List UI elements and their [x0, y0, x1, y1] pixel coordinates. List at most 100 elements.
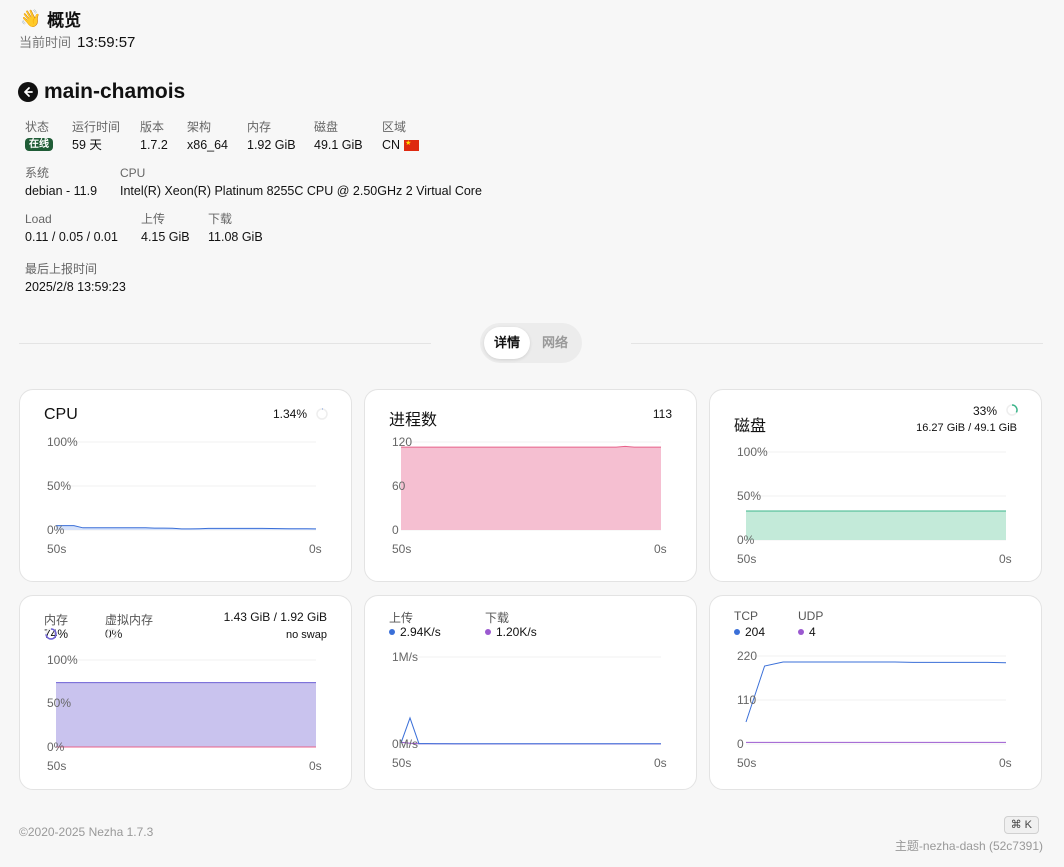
info-label: 上传	[141, 212, 166, 226]
x-tick-end: 0s	[654, 756, 667, 770]
info-value: x86_64	[187, 138, 229, 152]
disk-area	[746, 511, 1006, 540]
view-tabs: 详情 网络	[480, 323, 582, 363]
info-cpu: CPU Intel(R) Xeon(R) Platinum 8255C CPU …	[120, 166, 482, 198]
china-flag-icon	[404, 137, 420, 151]
tab-network[interactable]: 网络	[532, 327, 578, 359]
info-status: 状态 在线	[25, 120, 53, 151]
network-chart	[400, 656, 661, 745]
connections-card: TCP UDP 204 4 220 110 0 50s 0s	[709, 595, 1042, 790]
y-tick: 100%	[47, 435, 78, 449]
y-tick: 0M/s	[392, 737, 419, 751]
y-tick: 50%	[47, 479, 72, 493]
info-load: Load 0.11 / 0.05 / 0.01	[25, 212, 118, 244]
y-tick: 50%	[47, 696, 72, 710]
info-version: 版本 1.7.2	[140, 120, 168, 152]
current-time-value: 13:59:57	[77, 34, 136, 51]
info-os: 系统 debian - 11.9	[25, 166, 97, 198]
page-title: 概览	[47, 11, 82, 30]
info-label: 系统	[25, 166, 50, 180]
divider-left	[19, 343, 431, 344]
processes-card: 进程数 113 120 60 0 50s 0s	[364, 389, 697, 582]
y-tick: 50%	[737, 489, 762, 503]
info-value: 2025/2/8 13:59:23	[25, 280, 126, 294]
info-label: Load	[25, 212, 52, 226]
info-label: 下载	[208, 212, 233, 226]
info-label: 磁盘	[314, 120, 339, 134]
y-tick: 0	[392, 523, 399, 537]
back-arrow-icon[interactable]	[18, 82, 38, 102]
server-title: main-chamois	[18, 80, 185, 104]
x-tick-start: 50s	[392, 756, 412, 770]
info-disk: 磁盘 49.1 GiB	[314, 120, 363, 152]
processes-line	[401, 445, 661, 448]
cpu-card: CPU 1.34% 100% 50% 0% 50s 0s	[19, 389, 352, 582]
x-tick-end: 0s	[309, 542, 322, 556]
y-tick: 0%	[47, 523, 65, 537]
current-time-label: 当前时间	[19, 35, 72, 50]
info-memory: 内存 1.92 GiB	[247, 120, 296, 152]
current-time: 当前时间 13:59:57	[19, 32, 135, 51]
y-tick: 110	[737, 693, 757, 707]
tab-details[interactable]: 详情	[484, 327, 530, 359]
info-arch: 架构 x86_64	[187, 120, 228, 152]
info-region: 区域 CN	[382, 120, 420, 152]
y-tick: 1M/s	[392, 650, 419, 664]
online-badge: 在线	[25, 138, 53, 151]
info-download: 下载 11.08 GiB	[208, 212, 263, 244]
y-tick: 0%	[47, 740, 65, 754]
x-tick-start: 50s	[392, 542, 412, 556]
tcp-line	[745, 661, 1007, 723]
y-tick: 220	[737, 649, 758, 663]
y-tick: 120	[392, 435, 413, 449]
info-value: 1.7.2	[140, 138, 168, 152]
info-value: 4.15 GiB	[141, 230, 190, 244]
y-tick: 100%	[737, 445, 768, 459]
info-value: 49.1 GiB	[314, 138, 363, 152]
footer-copyright: ©2020-2025 Nezha 1.7.3	[19, 825, 154, 839]
info-value: CN	[382, 138, 401, 152]
server-name: main-chamois	[44, 80, 186, 103]
info-upload: 上传 4.15 GiB	[141, 212, 190, 244]
wave-hand-icon: 👋	[20, 8, 42, 28]
y-tick: 100%	[47, 653, 78, 667]
info-label: CPU	[120, 166, 146, 180]
network-card: 上传 下载 2.94K/s 1.20K/s 1M/s 0M/s 50s 0s	[364, 595, 697, 790]
info-label: 状态	[25, 120, 50, 134]
page-header: 👋 概览	[20, 6, 81, 31]
connections-chart	[745, 655, 1007, 745]
x-tick-start: 50s	[737, 552, 757, 566]
info-value: 59 天	[72, 138, 102, 152]
x-tick-start: 50s	[47, 542, 67, 556]
disk-chart	[746, 404, 1018, 541]
info-label: 运行时间	[72, 120, 121, 134]
info-value: debian - 11.9	[25, 184, 98, 198]
divider-right	[631, 343, 1043, 344]
x-tick-start: 50s	[737, 756, 757, 770]
footer-theme: 主题-nezha-dash (52c7391)	[894, 839, 1043, 853]
y-tick: 0	[737, 737, 744, 751]
y-tick: 60	[392, 479, 406, 493]
info-label: 内存	[247, 120, 272, 134]
command-palette-shortcut[interactable]: ⌘ K	[1003, 816, 1039, 834]
info-uptime: 运行时间 59 天	[72, 120, 120, 152]
y-tick: 0%	[737, 533, 755, 547]
x-tick-end: 0s	[654, 542, 667, 556]
memory-chart	[56, 659, 316, 748]
upload-line	[400, 716, 661, 745]
disk-card: 磁盘 33% 16.27 GiB / 49.1 GiB 100% 50% 0% …	[709, 389, 1042, 582]
processes-area	[401, 446, 661, 530]
info-last-report: 最后上报时间 2025/2/8 13:59:23	[25, 262, 126, 294]
info-value: Intel(R) Xeon(R) Platinum 8255C CPU @ 2.…	[120, 184, 482, 198]
memory-area	[56, 682, 316, 747]
x-tick-end: 0s	[999, 552, 1012, 566]
info-value: 1.92 GiB	[247, 138, 296, 152]
info-value: 0.11 / 0.05 / 0.01	[25, 230, 118, 244]
x-tick-start: 50s	[47, 759, 67, 773]
info-label: 架构	[187, 120, 212, 134]
x-tick-end: 0s	[309, 759, 322, 773]
info-label: 最后上报时间	[25, 262, 98, 276]
info-value: 11.08 GiB	[208, 230, 263, 244]
x-tick-end: 0s	[999, 756, 1012, 770]
info-label: 区域	[382, 120, 407, 134]
